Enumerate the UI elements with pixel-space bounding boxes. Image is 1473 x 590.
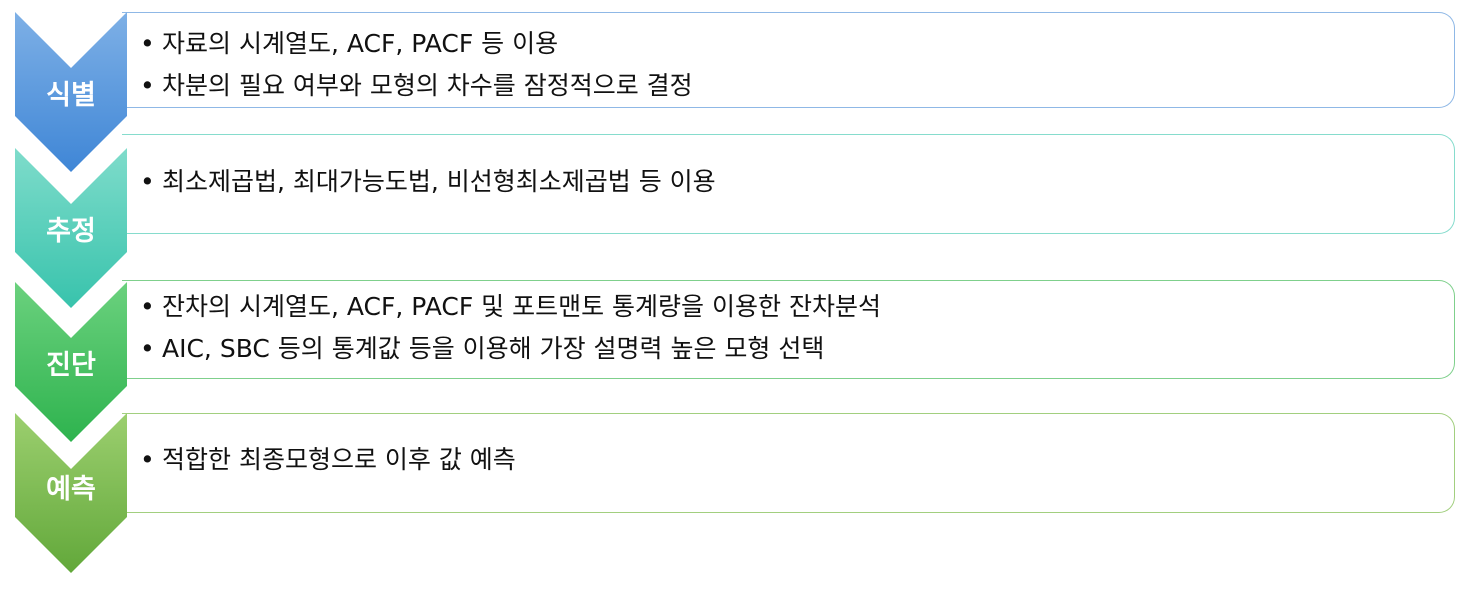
bullet-dot: •: [140, 29, 155, 58]
bullet-item: • 차분의 필요 여부와 모형의 차수를 잠정적으로 결정: [140, 65, 693, 107]
chevron-forecast: 예측: [15, 413, 127, 573]
bullet-text: 최소제곱법, 최대가능도법, 비선형최소제곱법 등 이용: [162, 167, 716, 196]
stage-label: 추정: [46, 216, 96, 247]
stage-label: 식별: [46, 80, 96, 111]
step-box-identification: • 자료의 시계열도, ACF, PACF 등 이용 • 차분의 필요 여부와 모형…: [122, 12, 1455, 108]
bullet-item: • 최소제곱법, 최대가능도법, 비선형최소제곱법 등 이용: [140, 161, 716, 203]
bullet-dot: •: [140, 445, 155, 474]
bullet-text: 적합한 최종모형으로 이후 값 예측: [162, 445, 516, 474]
bullet-list: • 적합한 최종모형으로 이후 값 예측: [140, 439, 516, 481]
bullet-item: • AIC, SBC 등의 통계값 등을 이용해 가장 설명력 높은 모형 선택: [140, 328, 881, 370]
stage-label: 예측: [46, 474, 96, 505]
bullet-text: 자료의 시계열도, ACF, PACF 등 이용: [162, 29, 559, 58]
step-box-estimation: • 최소제곱법, 최대가능도법, 비선형최소제곱법 등 이용: [122, 134, 1455, 234]
bullet-item: • 적합한 최종모형으로 이후 값 예측: [140, 439, 516, 481]
bullet-text: 차분의 필요 여부와 모형의 차수를 잠정적으로 결정: [162, 71, 693, 100]
chevron-arrow-icon: 예측: [15, 413, 127, 573]
bullet-item: • 잔차의 시계열도, ACF, PACF 및 포트맨토 통계량을 이용한 잔차분…: [140, 286, 881, 328]
bullet-item: • 자료의 시계열도, ACF, PACF 등 이용: [140, 23, 693, 65]
bullet-dot: •: [140, 334, 155, 363]
bullet-list: • 자료의 시계열도, ACF, PACF 등 이용 • 차분의 필요 여부와 모형…: [140, 23, 693, 107]
bullet-list: • 잔차의 시계열도, ACF, PACF 및 포트맨토 통계량을 이용한 잔차분…: [140, 286, 881, 370]
bullet-list: • 최소제곱법, 최대가능도법, 비선형최소제곱법 등 이용: [140, 161, 716, 203]
bullet-dot: •: [140, 167, 155, 196]
stage-label: 진단: [46, 350, 96, 381]
step-box-forecast: • 적합한 최종모형으로 이후 값 예측: [122, 413, 1455, 513]
bullet-dot: •: [140, 292, 155, 321]
bullet-text: 잔차의 시계열도, ACF, PACF 및 포트맨토 통계량을 이용한 잔차분석: [162, 292, 881, 321]
step-box-diagnosis: • 잔차의 시계열도, ACF, PACF 및 포트맨토 통계량을 이용한 잔차분…: [122, 280, 1455, 379]
bullet-text: AIC, SBC 등의 통계값 등을 이용해 가장 설명력 높은 모형 선택: [162, 334, 825, 363]
bullet-dot: •: [140, 71, 155, 100]
